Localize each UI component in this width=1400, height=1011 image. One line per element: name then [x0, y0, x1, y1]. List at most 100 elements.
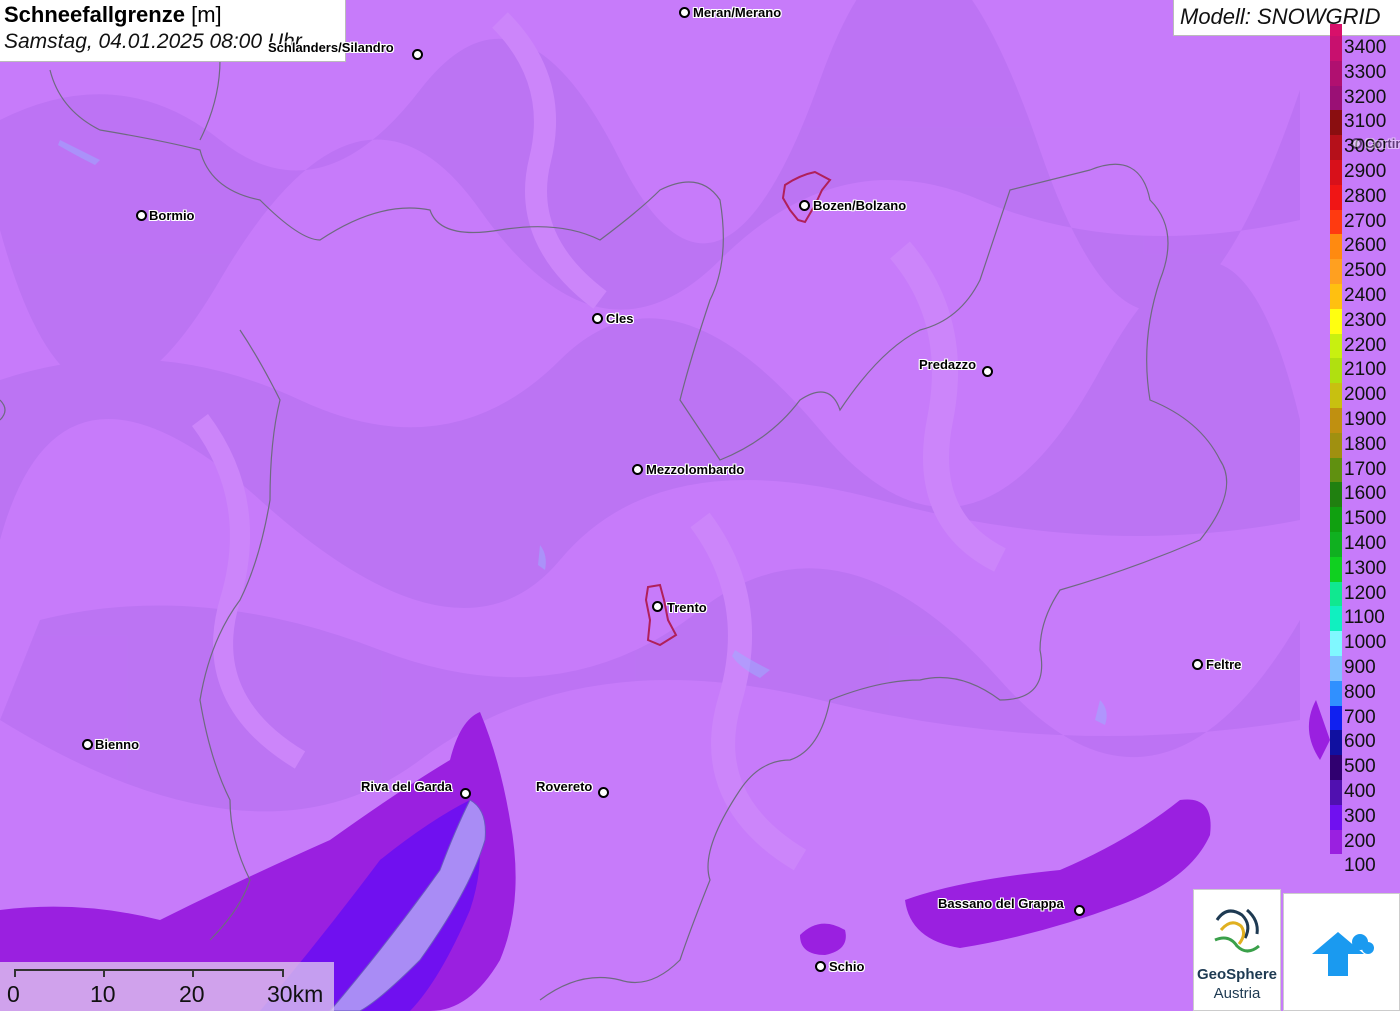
legend-swatch	[1330, 482, 1342, 508]
legend-entry: 2400	[1316, 284, 1400, 309]
legend-label: 1700	[1344, 458, 1387, 480]
legend-swatch	[1330, 259, 1342, 284]
scale-tick	[14, 969, 16, 977]
legend-label: 2600	[1344, 235, 1387, 257]
legend-label: 2200	[1344, 334, 1387, 356]
legend-entry: 3300	[1316, 60, 1400, 86]
app-logo[interactable]	[1283, 893, 1400, 1011]
city-dot[interactable]	[460, 788, 471, 799]
legend-entry: 400	[1316, 780, 1400, 805]
legend-entry: 700	[1316, 705, 1400, 731]
legend-label: 500	[1344, 756, 1376, 778]
legend-swatch	[1330, 705, 1342, 731]
legend-label: 3100	[1344, 111, 1387, 133]
legend-label: 200	[1344, 830, 1376, 852]
legend-swatch	[1330, 209, 1342, 235]
city-dot[interactable]	[82, 739, 93, 750]
legend-swatch	[1330, 36, 1342, 61]
snowfall-limit-map[interactable]	[0, 0, 1400, 1011]
legend-entry: 1200	[1316, 581, 1400, 607]
legend-entry: 2900	[1316, 160, 1400, 185]
city-label[interactable]: Feltre	[1206, 657, 1241, 672]
legend-entry: 3100	[1316, 110, 1400, 136]
city-label[interactable]: Schlanders/Silandro	[268, 40, 394, 55]
scale-label-30km: 30km	[267, 981, 324, 1007]
legend-label: 1000	[1344, 632, 1387, 654]
legend-swatch	[1330, 507, 1342, 532]
legend-entry: 2000	[1316, 383, 1400, 408]
geosphere-logo-line1: GeoSphere	[1196, 966, 1278, 983]
legend-label: 1600	[1344, 483, 1387, 505]
legend-entry: 2500	[1316, 259, 1400, 284]
city-label[interactable]: Bassano del Grappa	[938, 896, 1064, 911]
city-dot[interactable]	[652, 601, 663, 612]
legend-entry: 3200	[1316, 85, 1400, 111]
scale-bar-line	[14, 969, 284, 971]
legend-entry: 2100	[1316, 358, 1400, 384]
city-label[interactable]: Meran/Merano	[693, 5, 781, 20]
legend-label: 800	[1344, 681, 1376, 703]
legend-swatch	[1330, 383, 1342, 408]
legend-label: 2900	[1344, 161, 1387, 182]
city-label[interactable]: Bormio	[149, 208, 195, 223]
legend-entry: 300	[1316, 804, 1400, 830]
city-dot[interactable]	[1192, 659, 1203, 670]
city-label[interactable]: Predazzo	[919, 357, 976, 372]
city-label[interactable]: Riva del Garda	[361, 779, 452, 794]
city-label[interactable]: Mezzolombardo	[646, 462, 744, 477]
city-label[interactable]: Bozen/Bolzano	[813, 198, 906, 213]
city-label[interactable]: Trento	[667, 600, 707, 615]
city-dot[interactable]	[136, 210, 147, 221]
legend-swatch	[1330, 184, 1342, 210]
legend-swatch	[1330, 854, 1342, 880]
legend-swatch	[1330, 160, 1342, 185]
legend-label: 300	[1344, 805, 1376, 827]
city-dot[interactable]	[982, 366, 993, 377]
scale-label-10: 10	[90, 981, 116, 1007]
city-dot[interactable]	[632, 464, 643, 475]
legend-label: 2000	[1344, 384, 1387, 406]
legend-label: 1100	[1344, 607, 1385, 629]
city-label[interactable]: Bienno	[95, 737, 139, 752]
legend-swatch	[1330, 432, 1342, 458]
city-dot[interactable]	[412, 49, 423, 60]
legend-entry: 1700	[1316, 457, 1400, 483]
legend-swatch	[1330, 60, 1342, 86]
legend-entry: 2800	[1316, 184, 1400, 210]
legend-swatch	[1330, 110, 1342, 136]
legend-swatch	[1330, 556, 1342, 582]
city-dot[interactable]	[799, 200, 810, 211]
city-label[interactable]: Schio	[829, 959, 864, 974]
legend-entry: 1600	[1316, 482, 1400, 508]
legend-label: 3300	[1344, 61, 1387, 83]
scale-tick	[192, 969, 194, 977]
legend-entry: 200	[1316, 829, 1400, 855]
geosphere-austria-logo[interactable]: GeoSphere Austria	[1193, 889, 1281, 1011]
geosphere-logo-line2: Austria	[1213, 985, 1261, 1002]
legend-entry: 1300	[1316, 556, 1400, 582]
city-label[interactable]: Cles	[606, 311, 633, 326]
legend-label: 1400	[1344, 533, 1387, 554]
legend-entry: 1000	[1316, 631, 1400, 656]
legend-swatch	[1330, 408, 1342, 433]
city-dot[interactable]	[1074, 905, 1085, 916]
legend-label: 100	[1344, 855, 1376, 877]
scale-label-20: 20	[179, 981, 205, 1007]
city-dot[interactable]	[1351, 138, 1362, 149]
legend-label: 3200	[1344, 86, 1387, 108]
scale-bar: 0 10 20 30km	[0, 962, 334, 1011]
city-dot[interactable]	[592, 313, 603, 324]
legend-swatch	[1330, 780, 1342, 805]
scale-tick	[282, 969, 284, 977]
city-dot[interactable]	[598, 787, 609, 798]
city-dot[interactable]	[679, 7, 690, 18]
legend-swatch-top	[1330, 24, 1342, 36]
legend-entry: 900	[1316, 656, 1400, 681]
city-label[interactable]: Cortina	[1365, 136, 1400, 151]
city-label[interactable]: Rovereto	[536, 779, 592, 794]
legend-entry: 1800	[1316, 432, 1400, 458]
legend-entry: 2600	[1316, 234, 1400, 260]
legend-entry: 100	[1316, 854, 1400, 880]
city-dot[interactable]	[815, 961, 826, 972]
legend-swatch	[1330, 135, 1342, 160]
